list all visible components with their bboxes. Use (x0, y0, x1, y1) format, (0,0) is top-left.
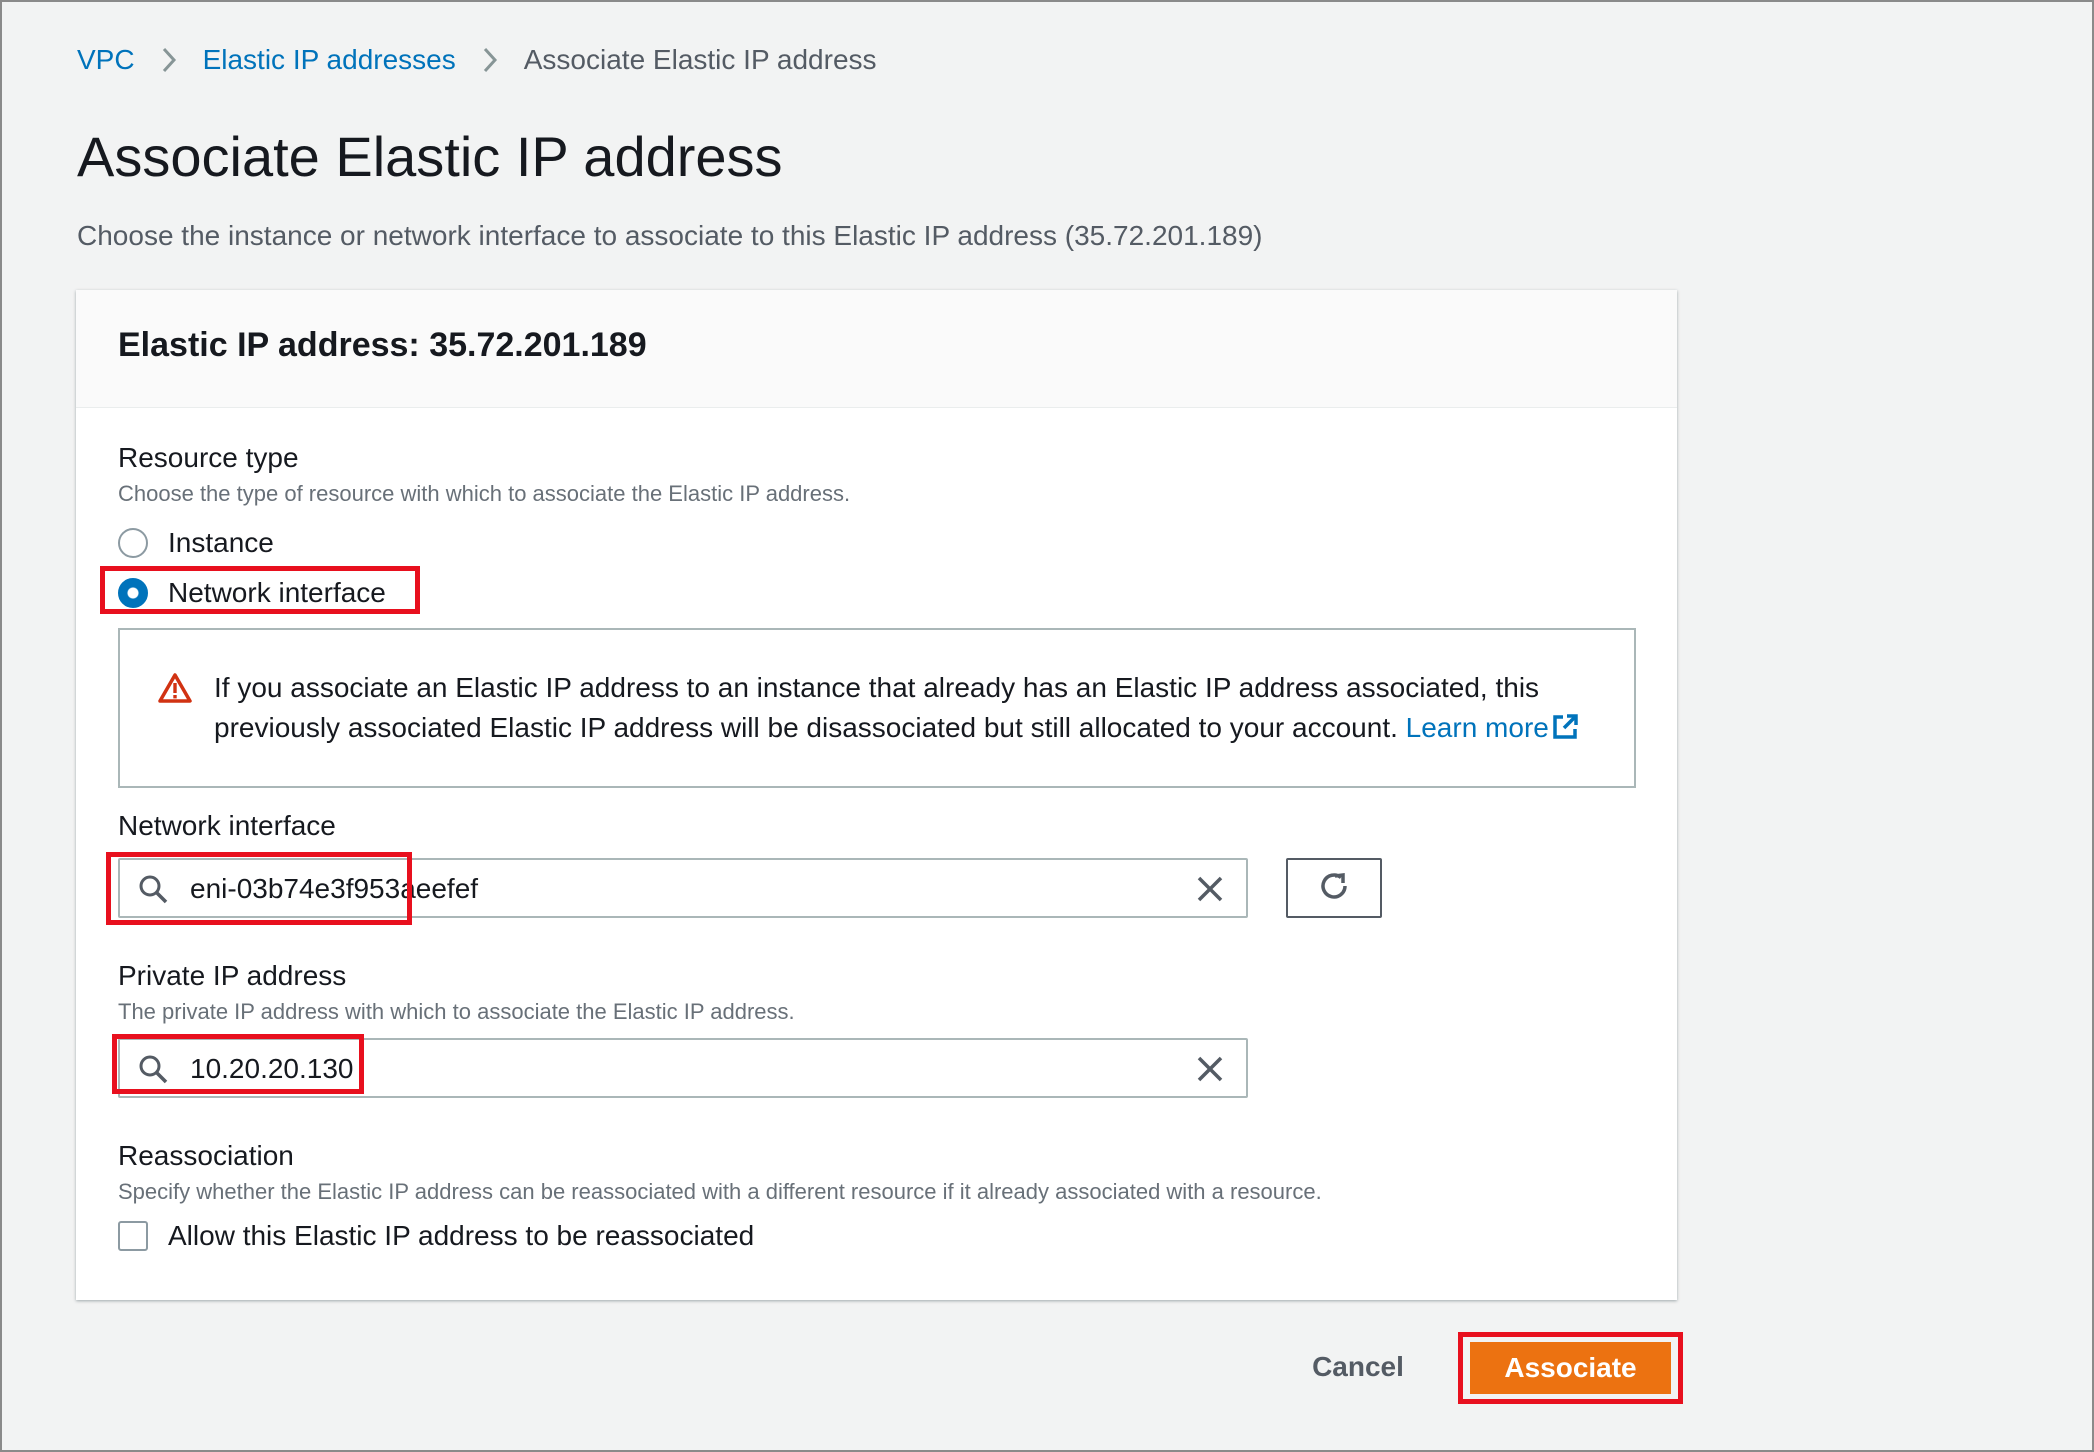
associate-panel: Elastic IP address: 35.72.201.189 Resour… (76, 290, 1677, 1300)
reassociation-checkbox-label: Allow this Elastic IP address to be reas… (168, 1220, 755, 1251)
reassociation-hint: Specify whether the Elastic IP address c… (118, 1179, 1322, 1204)
highlight-network-interface-input (106, 852, 412, 925)
chevron-right-icon (161, 46, 177, 74)
reassociation-checkbox[interactable] (118, 1221, 148, 1251)
warning-alert: If you associate an Elastic IP address t… (118, 628, 1636, 788)
breadcrumb: VPC Elastic IP addresses Associate Elast… (77, 40, 877, 80)
private-ip-label: Private IP address (118, 960, 347, 991)
private-ip-hint: The private IP address with which to ass… (118, 999, 795, 1024)
radio-instance[interactable]: Instance (118, 524, 274, 562)
warning-icon (158, 672, 192, 709)
breadcrumb-elastic-ip-addresses[interactable]: Elastic IP addresses (203, 44, 456, 76)
close-icon[interactable] (1196, 1055, 1224, 1088)
radio-instance-label: Instance (168, 527, 274, 558)
radio-button-instance[interactable] (118, 528, 148, 558)
breadcrumb-vpc[interactable]: VPC (77, 44, 135, 76)
refresh-button[interactable] (1286, 858, 1382, 918)
page-title: Associate Elastic IP address (77, 125, 783, 188)
resource-type-label: Resource type (118, 442, 299, 473)
alert-text: If you associate an Elastic IP address t… (214, 672, 1540, 743)
associate-button[interactable]: Associate (1470, 1342, 1671, 1394)
reassociation-checkbox-row[interactable]: Allow this Elastic IP address to be reas… (118, 1217, 754, 1255)
cancel-button[interactable]: Cancel (1302, 1347, 1414, 1387)
chevron-right-icon (482, 46, 498, 74)
network-interface-label: Network interface (118, 810, 336, 841)
reassociation-label: Reassociation (118, 1140, 294, 1171)
page-description: Choose the instance or network interface… (77, 220, 1263, 251)
panel-header: Elastic IP address: 35.72.201.189 (76, 290, 1677, 408)
highlight-network-interface-radio (100, 566, 420, 614)
resource-type-hint: Choose the type of resource with which t… (118, 481, 851, 506)
learn-more-link[interactable]: Learn more (1406, 712, 1579, 743)
external-link-icon (1551, 712, 1579, 752)
learn-more-label: Learn more (1405, 712, 1549, 743)
breadcrumb-current: Associate Elastic IP address (523, 44, 877, 75)
alert-message: If you associate an Elastic IP address t… (214, 668, 1594, 752)
highlight-private-ip-input (112, 1034, 364, 1094)
close-icon[interactable] (1196, 875, 1224, 908)
refresh-icon (1317, 869, 1351, 908)
panel-title: Elastic IP address: 35.72.201.189 (118, 326, 647, 364)
